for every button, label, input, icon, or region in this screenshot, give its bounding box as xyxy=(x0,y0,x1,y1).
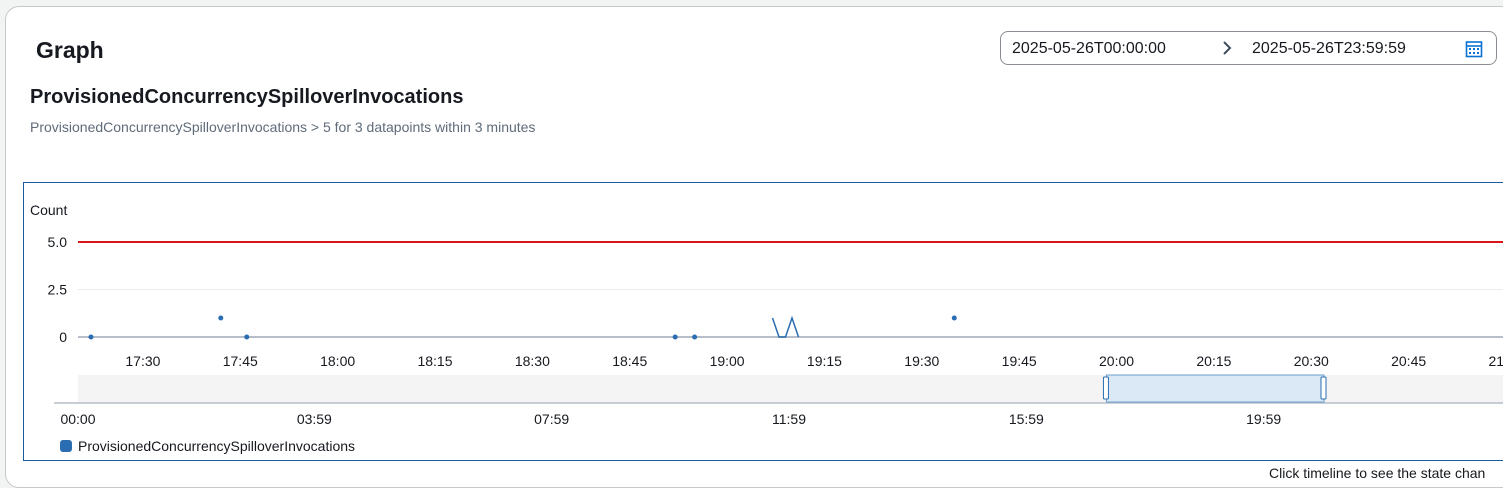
metric-chart[interactable]: Count 5.0 2.5 0 17:30 17:45 18:00 18:15 18:30 18:… xyxy=(24,183,1503,462)
legend-label: ProvisionedConcurrencySpilloverInvocatio… xyxy=(78,438,355,454)
data-point[interactable] xyxy=(692,334,698,340)
legend-swatch xyxy=(60,440,72,452)
x-tick-label: 19:00 xyxy=(710,353,745,369)
navigator-tick-label: 03:59 xyxy=(297,411,332,427)
data-point[interactable] xyxy=(218,315,224,321)
navigator-tick-label: 19:59 xyxy=(1246,411,1281,427)
x-tick-label: 20:00 xyxy=(1099,353,1134,369)
y-tick-label: 2.5 xyxy=(48,282,68,298)
navigator-tick-label: 11:59 xyxy=(772,411,806,427)
x-tick-label: 18:00 xyxy=(320,353,355,369)
alarm-condition-description: ProvisionedConcurrencySpilloverInvocatio… xyxy=(30,119,536,135)
date-range-start[interactable]: 2025-05-26T00:00:00 xyxy=(1012,40,1166,58)
x-tick-label: 20:45 xyxy=(1391,353,1426,369)
data-point[interactable] xyxy=(244,334,250,340)
data-point[interactable] xyxy=(951,315,957,321)
metric-title: ProvisionedConcurrencySpilloverInvocatio… xyxy=(30,86,464,108)
navigator-tick-label: 00:00 xyxy=(60,411,95,427)
y-axis-title: Count xyxy=(30,202,67,218)
series-line[interactable] xyxy=(771,315,800,338)
navigator-tick-label: 15:59 xyxy=(1009,411,1044,427)
navigator-selection[interactable] xyxy=(1105,374,1325,403)
chevron-right-icon xyxy=(1223,41,1232,55)
navigator-handle-right[interactable] xyxy=(1320,376,1327,400)
panel-title: Graph xyxy=(36,37,104,63)
chart-container[interactable]: Count 5.0 2.5 0 17:30 17:45 18:00 18:15 18:30 18:… xyxy=(23,182,1503,461)
x-tick-label: 17:30 xyxy=(125,353,160,369)
x-tick-label: 17:45 xyxy=(223,353,258,369)
timeline-hint: Click timeline to see the state chan xyxy=(1269,465,1486,481)
x-tick-label: 19:15 xyxy=(807,353,842,369)
x-tick-label: 21:00 xyxy=(1488,353,1503,369)
x-tick-label: 19:45 xyxy=(1002,353,1037,369)
x-tick-label: 20:30 xyxy=(1294,353,1329,369)
data-point[interactable] xyxy=(672,334,678,340)
x-tick-label: 20:15 xyxy=(1196,353,1231,369)
calendar-icon[interactable] xyxy=(1465,40,1483,58)
data-point[interactable] xyxy=(88,334,94,340)
x-tick-label: 18:15 xyxy=(417,353,452,369)
y-tick-label: 5.0 xyxy=(48,234,68,250)
x-tick-label: 19:30 xyxy=(904,353,939,369)
y-tick-label: 0 xyxy=(59,329,67,345)
x-tick-label: 18:45 xyxy=(612,353,647,369)
x-tick-label: 18:30 xyxy=(515,353,550,369)
date-range-picker[interactable]: 2025-05-26T00:00:00 2025-05-26T23:59:59 xyxy=(1000,31,1497,65)
navigator-tick-label: 07:59 xyxy=(534,411,569,427)
date-range-end[interactable]: 2025-05-26T23:59:59 xyxy=(1252,40,1406,58)
navigator-handle-left[interactable] xyxy=(1102,376,1109,400)
